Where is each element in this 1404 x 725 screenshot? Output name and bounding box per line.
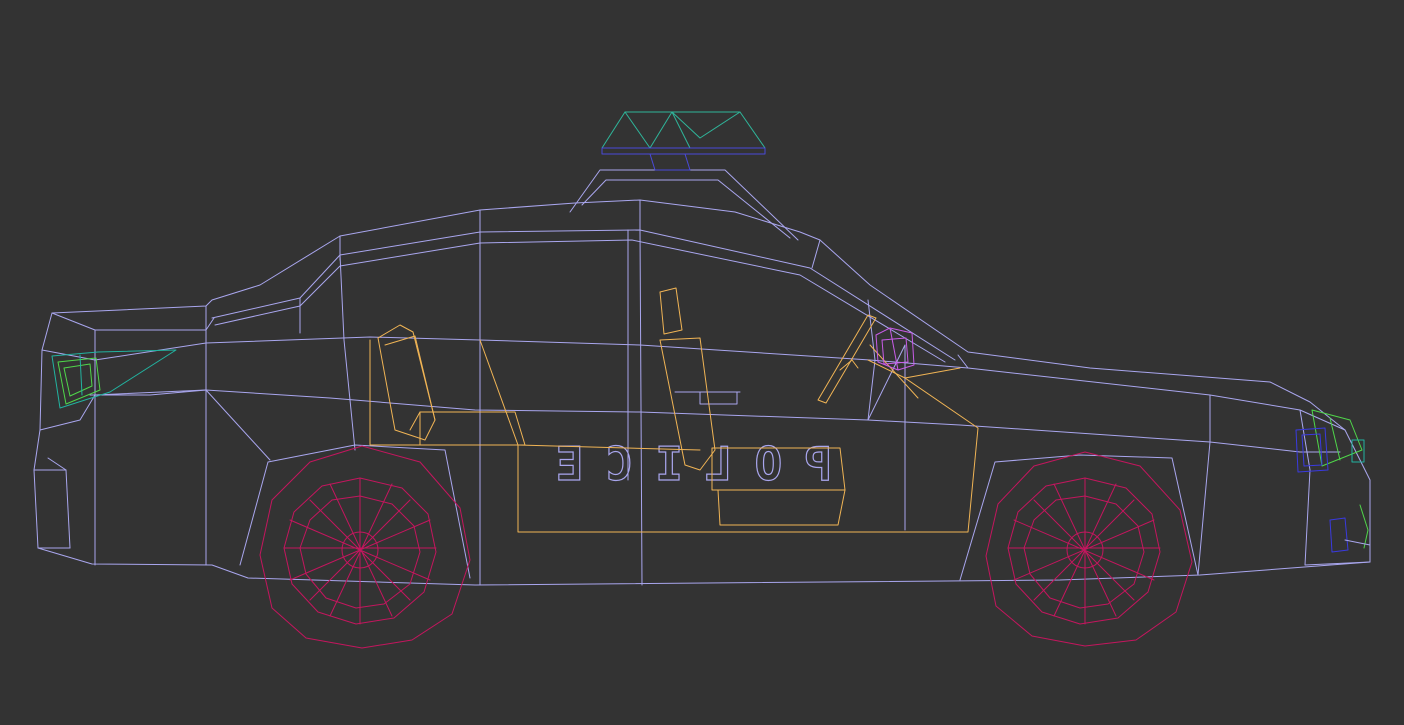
front-bumper-lamp — [1329, 504, 1371, 563]
car-body-wireframe — [33, 169, 1371, 586]
3d-viewport[interactable]: POLICE — [0, 0, 1404, 725]
side-mirror — [875, 327, 915, 371]
front-headlamp — [1295, 409, 1365, 473]
wireframe-canvas[interactable]: POLICE — [0, 0, 1404, 725]
decal-text: POLICE — [534, 437, 832, 491]
interior-wireframe — [369, 287, 979, 533]
rear-wheel — [259, 445, 471, 649]
roof-lightbar — [601, 111, 766, 171]
front-wheel — [985, 451, 1193, 647]
rear-lamp — [51, 349, 177, 409]
police-decal: POLICE — [533, 436, 832, 491]
